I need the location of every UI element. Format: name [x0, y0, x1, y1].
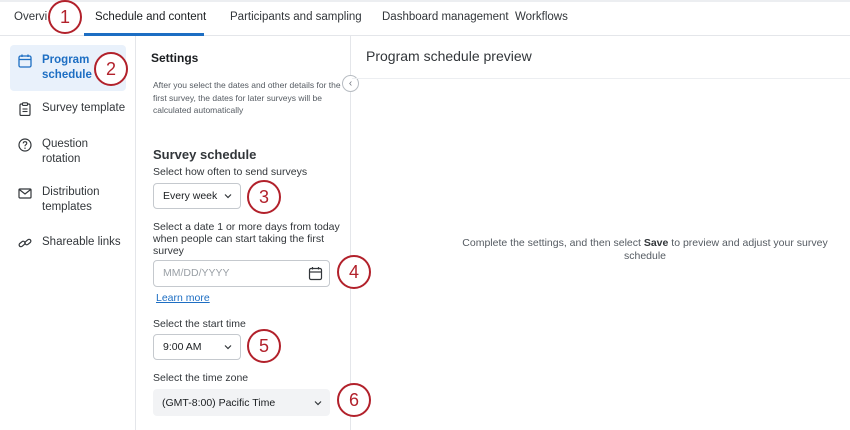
frequency-select[interactable]: Every week	[153, 183, 241, 209]
calendar-icon	[18, 54, 32, 68]
chevron-down-icon	[224, 194, 232, 199]
chevron-left-icon: ‹	[348, 78, 353, 89]
survey-schedule-heading: Survey schedule	[153, 147, 257, 162]
settings-intro-text: After you select the dates and other det…	[153, 80, 341, 115]
callout-marker-3: 3	[247, 180, 281, 214]
time-zone-value: (GMT-8:00) Pacific Time	[162, 396, 276, 409]
envelope-icon	[18, 188, 32, 199]
preview-divider	[352, 78, 850, 79]
tab-schedule-and-content[interactable]: Schedule and content	[95, 11, 206, 23]
callout-marker-4: 4	[337, 255, 371, 289]
tab-dashboard-management[interactable]: Dashboard management	[382, 11, 509, 23]
tab-participants-and-sampling[interactable]: Participants and sampling	[230, 11, 362, 23]
learn-more-link[interactable]: Learn more	[156, 292, 210, 304]
sidebar-item-label: Shareable links	[42, 236, 121, 248]
top-border	[0, 0, 850, 2]
top-tab-bar: Overvi Schedule and content Participants…	[0, 0, 850, 36]
preview-title: Program schedule preview	[366, 48, 532, 64]
tab-workflows[interactable]: Workflows	[515, 11, 568, 23]
time-zone-label: Select the time zone	[153, 372, 249, 384]
start-date-input[interactable]: MM/DD/YYYY	[153, 260, 330, 287]
chevron-down-icon	[314, 400, 322, 405]
callout-marker-5: 5	[247, 329, 281, 363]
link-icon	[18, 238, 32, 248]
frequency-label: Select how often to send surveys	[153, 166, 308, 178]
left-nav	[0, 36, 136, 430]
frequency-value: Every week	[163, 190, 218, 202]
calendar-icon[interactable]	[308, 266, 323, 281]
preview-empty-message: Complete the settings, and then select S…	[462, 237, 828, 262]
sidebar-item-label: Survey template	[42, 102, 126, 114]
tab-overview[interactable]: Overvi	[14, 11, 47, 23]
question-circle-icon	[18, 138, 32, 152]
sidebar-item-label: Distribution templates	[42, 186, 100, 213]
settings-title: Settings	[151, 51, 199, 65]
sidebar-item-question-rotation[interactable]: Question rotation	[10, 137, 126, 167]
sidebar-item-survey-template[interactable]: Survey template	[10, 101, 126, 116]
date-placeholder: MM/DD/YYYY	[163, 267, 230, 279]
sidebar-item-shareable-links[interactable]: Shareable links	[10, 235, 126, 250]
callout-marker-2: 2	[94, 52, 128, 86]
time-zone-select[interactable]: (GMT-8:00) Pacific Time	[153, 389, 330, 416]
start-time-select[interactable]: 9:00 AM	[153, 334, 241, 360]
start-date-label: Select a date 1 or more days from today …	[153, 221, 340, 257]
callout-marker-6: 6	[337, 383, 371, 417]
sidebar-item-label: Program schedule	[42, 54, 92, 81]
start-time-value: 9:00 AM	[163, 341, 202, 353]
clipboard-icon	[19, 102, 31, 116]
sidebar-item-label: Question rotation	[42, 138, 89, 165]
chevron-down-icon	[224, 345, 232, 350]
start-time-label: Select the start time	[153, 318, 246, 330]
sidebar-item-distribution-templates[interactable]: Distribution templates	[10, 185, 126, 215]
callout-marker-1: 1	[48, 0, 82, 34]
